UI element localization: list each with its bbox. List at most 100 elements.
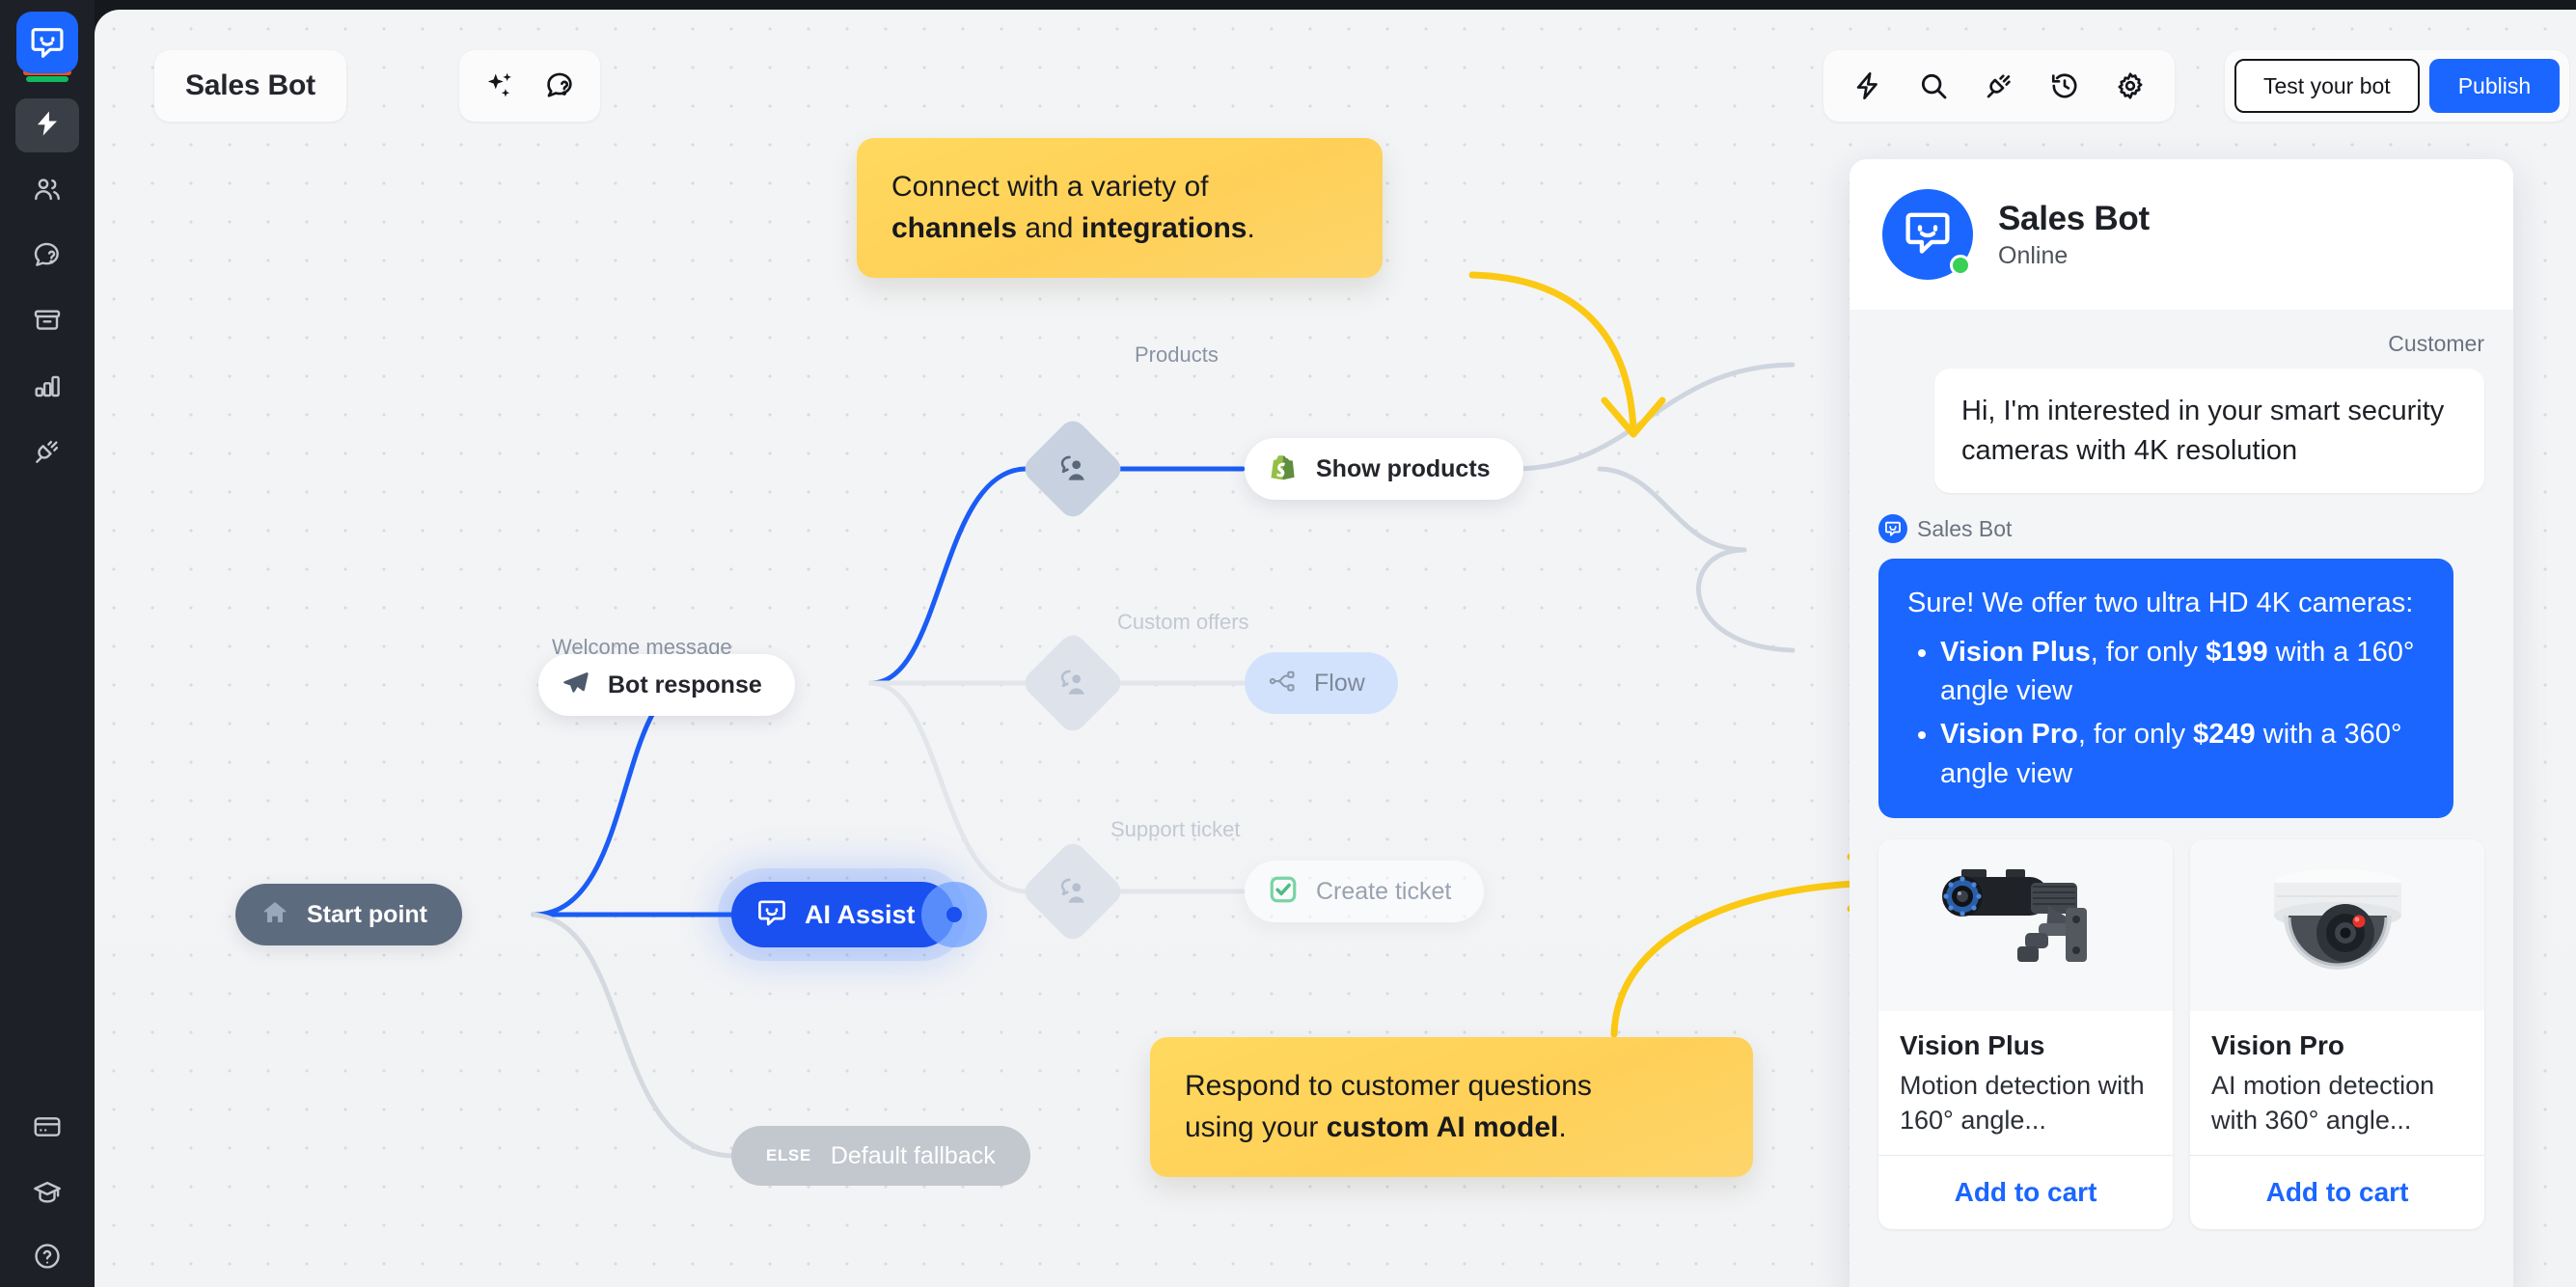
product-info: Vision Plus Motion detection with 160° a…: [1878, 1011, 2173, 1155]
node-start-point-label: Start point: [307, 900, 427, 928]
green-check-square-icon: [1268, 874, 1299, 910]
callout-top-mid: and: [1017, 211, 1082, 244]
callout-bottom-line2-pre: using your: [1185, 1110, 1327, 1143]
add-to-cart-button[interactable]: Add to cart: [1878, 1155, 2173, 1229]
bot-message-intro: Sure! We offer two ultra HD 4K cameras:: [1907, 588, 2414, 619]
node-start-point[interactable]: Start point: [235, 884, 462, 945]
product-card[interactable]: Vision Pro AI motion detection with 360°…: [2190, 839, 2484, 1230]
bar-chart-icon: [32, 370, 63, 406]
fallback-else-tag: ELSE: [766, 1146, 811, 1164]
ai-assist-output-dot[interactable]: [945, 907, 962, 922]
add-to-cart-button[interactable]: Add to cart: [2190, 1155, 2484, 1229]
product-title: Vision Pro: [2211, 1030, 2344, 1061]
node-default-fallback[interactable]: ELSE Default fallback: [731, 1126, 1030, 1186]
node-flow[interactable]: Flow: [1245, 652, 1398, 714]
product-description: AI motion detection with 360° angle...: [2211, 1071, 2435, 1135]
credit-card-icon: [32, 1111, 63, 1147]
node-show-products-label: Show products: [1316, 454, 1491, 482]
bullet-price: $249: [2193, 718, 2256, 750]
sidebar-item-billing[interactable]: [15, 1102, 79, 1156]
lightning-bolt-icon: [33, 109, 62, 143]
shopify-bag-icon: [1268, 452, 1299, 487]
message-bot: Sales Bot Sure! We offer two ultra HD 4K…: [1878, 514, 2484, 819]
history-clock-icon[interactable]: [2040, 61, 2090, 111]
node-show-products[interactable]: Show products: [1245, 438, 1523, 500]
left-tool-group: [459, 50, 600, 122]
bullet-price: $199: [2206, 636, 2268, 668]
status-badge: [1950, 255, 1971, 276]
node-flow-label: Flow: [1314, 669, 1365, 697]
bullet-pre: , for only: [2090, 636, 2206, 668]
message-author-customer: Customer: [2388, 331, 2484, 356]
sidebar-item-archives[interactable]: [15, 295, 79, 349]
product-title: Vision Plus: [1900, 1030, 2045, 1061]
product-image-bullet-camera: [1878, 839, 2173, 1012]
node-branch-products[interactable]: [1019, 415, 1127, 523]
node-ai-assist-label: AI Assist: [805, 899, 916, 929]
branch-label-products: Products: [1135, 342, 1219, 367]
sidebar-item-help[interactable]: [15, 1233, 79, 1287]
bullet-product-name: Vision Plus: [1940, 636, 2091, 668]
message-bubble-customer: Hi, I'm interested in your smart securit…: [1934, 369, 2484, 494]
app-logo[interactable]: [16, 12, 78, 87]
bullet-product-name: Vision Pro: [1940, 718, 2078, 750]
lightning-bolt-icon[interactable]: [1843, 61, 1893, 111]
node-bot-response-label: Bot response: [608, 671, 762, 698]
callout-top-tail: .: [1247, 211, 1255, 244]
callout-channels-integrations: Connect with a variety of channels and i…: [857, 138, 1383, 279]
publish-button[interactable]: Publish: [2428, 59, 2561, 113]
sidebar-item-chats[interactable]: [15, 230, 79, 284]
chat-widget-preview: Sales Bot Online Customer Hi, I'm intere…: [1850, 159, 2513, 1287]
plug-icon[interactable]: [1974, 61, 2024, 111]
sidebar-item-team[interactable]: [15, 164, 79, 218]
message-author-bot-label: Sales Bot: [1917, 515, 2013, 541]
sparkles-icon[interactable]: [475, 61, 525, 111]
node-branch-custom-offers[interactable]: [1019, 629, 1127, 737]
chat-bot-name: Sales Bot: [1998, 199, 2150, 237]
callout-top-bold-channels: channels: [891, 211, 1018, 244]
top-toolbar: Sales Bot Test your bot Publish: [95, 10, 2576, 125]
bot-name-tab[interactable]: Sales Bot: [154, 50, 346, 122]
gear-icon[interactable]: [2105, 61, 2155, 111]
search-icon[interactable]: [1908, 61, 1959, 111]
flow-canvas[interactable]: Start point Welcome message Bot response: [95, 10, 2576, 1287]
product-info: Vision Pro AI motion detection with 360°…: [2190, 1011, 2484, 1155]
callout-top-bold-integrations: integrations: [1081, 211, 1247, 244]
chat-bot-status: Online: [1998, 241, 2069, 269]
callout-bottom-tail: .: [1558, 1110, 1567, 1143]
sidebar-item-integrations[interactable]: [15, 426, 79, 480]
chat-message-list[interactable]: Customer Hi, I'm interested in your smar…: [1850, 310, 2513, 1287]
message-author-bot: Sales Bot: [1878, 514, 2484, 544]
sidebar-item-reports[interactable]: [15, 361, 79, 415]
node-bot-response[interactable]: Bot response: [538, 654, 795, 716]
plug-icon: [32, 436, 63, 472]
product-image-dome-camera: [2190, 839, 2484, 1012]
node-branch-support-ticket[interactable]: [1019, 837, 1127, 945]
message-bubble-bot: Sure! We offer two ultra HD 4K cameras: …: [1878, 559, 2453, 819]
question-circle-icon: [32, 1241, 63, 1276]
chat-question-icon[interactable]: [534, 61, 585, 111]
home-icon: [260, 898, 289, 932]
send-paper-plane-icon: [562, 669, 590, 702]
callout-custom-ai-model: Respond to customer questions using your…: [1150, 1037, 1753, 1178]
chat-question-icon: [32, 239, 63, 275]
sidebar-item-learn[interactable]: [15, 1167, 79, 1221]
product-card[interactable]: Vision Plus Motion detection with 160° a…: [1878, 839, 2173, 1230]
left-sidebar: [0, 0, 95, 1287]
bot-name-label: Sales Bot: [185, 69, 315, 101]
node-ai-assist[interactable]: AI Assist: [731, 882, 987, 947]
user-message-icon: [1056, 875, 1089, 908]
chat-widget-header: Sales Bot Online: [1850, 159, 2513, 310]
callout-bottom-bold: custom AI model: [1326, 1110, 1559, 1143]
node-create-ticket[interactable]: Create ticket: [1245, 861, 1485, 922]
test-your-bot-button[interactable]: Test your bot: [2234, 59, 2420, 113]
list-item: Vision Pro, for only $249 with a 360° an…: [1940, 715, 2425, 793]
flow-branch-icon: [1268, 667, 1297, 700]
branch-label-custom-offers: Custom offers: [1117, 610, 1249, 634]
bot-message-bullets: Vision Plus, for only $199 with a 160° a…: [1940, 633, 2425, 793]
sidebar-item-automation[interactable]: [15, 98, 79, 152]
avatar: [1882, 189, 1973, 280]
livechat-logo-icon[interactable]: [16, 12, 78, 73]
chat-header-text: Sales Bot Online: [1998, 200, 2150, 270]
logo-stripe-green: [26, 76, 69, 82]
